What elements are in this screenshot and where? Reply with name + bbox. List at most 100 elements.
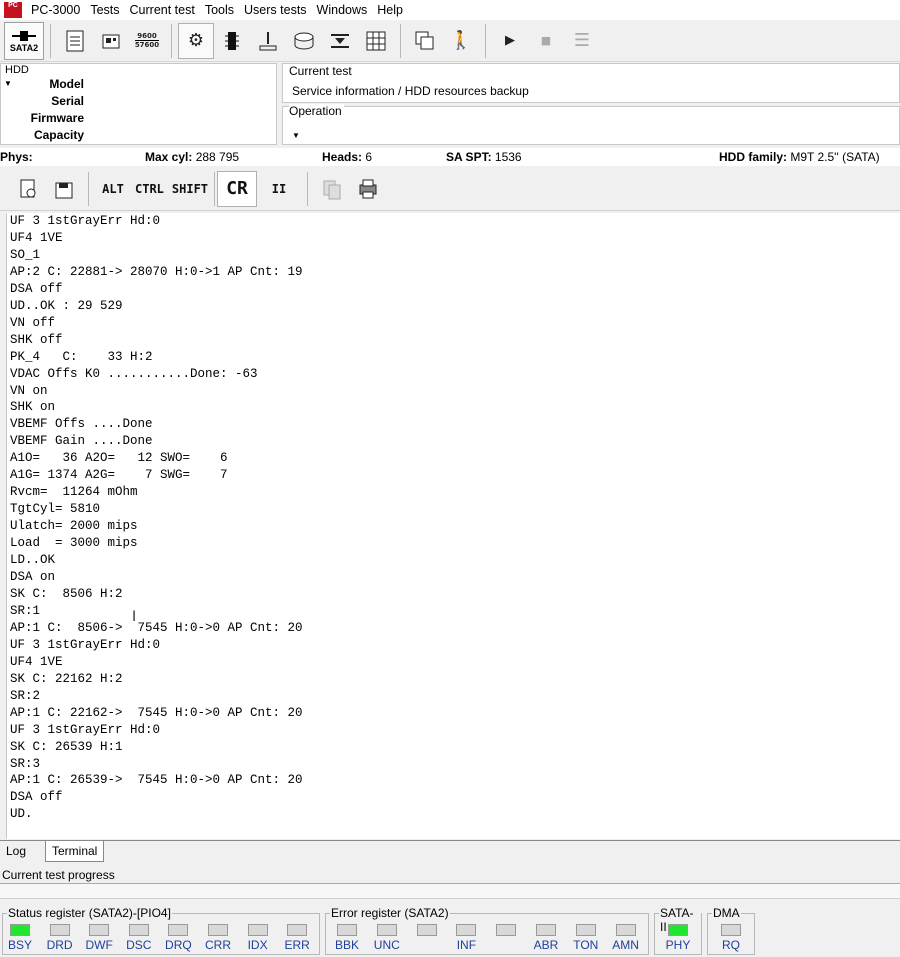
- table-button[interactable]: [358, 23, 394, 59]
- pause-button[interactable]: II: [257, 171, 301, 207]
- led-label: BBK: [334, 938, 359, 952]
- sa-spt: SA SPT: 1536: [446, 150, 522, 164]
- led-dwf: [89, 924, 110, 936]
- led-label: DRQ: [165, 938, 192, 952]
- progress-label: Current test progress: [2, 868, 115, 882]
- toolbar-separator: [50, 23, 51, 58]
- phys-label: Phys:: [0, 150, 33, 164]
- list-button[interactable]: ☰: [564, 23, 600, 59]
- terminal-output[interactable]: UF 3 1stGrayErr Hd:0 UF4 1VE SO_1 AP:2 C: 2…: [6, 213, 900, 839]
- terminal-line: VBEMF Gain ....Done: [10, 434, 153, 449]
- windows-icon: [415, 31, 434, 49]
- error-register-panel: Error register (SATA2) BBK UNC INF ABR TON AM…: [325, 906, 649, 955]
- serial-label: Serial: [51, 94, 84, 108]
- print-button[interactable]: [350, 171, 386, 207]
- terminal-save-button[interactable]: [46, 171, 82, 207]
- cr-button[interactable]: CR: [217, 170, 258, 207]
- led-inf: [456, 924, 477, 936]
- board-button[interactable]: [93, 23, 129, 59]
- drive-info-bar: Phys: Max cyl: 288 795 Heads: 6 SA SPT: …: [0, 148, 900, 166]
- tool-icon: [259, 31, 277, 50]
- menu-pc3000[interactable]: PC-3000: [26, 0, 85, 20]
- terminal-line: AP:2 C: 22881-> 28070 H:0->1 AP Cnt: 19: [10, 264, 303, 279]
- stop-button[interactable]: ■: [528, 23, 564, 59]
- board-icon: [102, 34, 120, 48]
- heads: Heads: 6: [322, 150, 373, 164]
- terminal-line: VN off: [10, 315, 56, 330]
- terminal-line: A1O= 36 A2O= 12 SWO= 6: [10, 451, 228, 466]
- menu-users-tests[interactable]: Users tests: [239, 0, 312, 20]
- led-label: ABR: [533, 938, 559, 952]
- operation-dropdown-icon[interactable]: ▼: [292, 131, 300, 140]
- copy-button[interactable]: [314, 171, 350, 207]
- menu-current-test[interactable]: Current test: [125, 0, 200, 20]
- chip-button[interactable]: [214, 23, 250, 59]
- app-logo-icon[interactable]: PC: [4, 2, 22, 18]
- disk-icon: [294, 32, 314, 49]
- baud-rate-button[interactable]: 9600 57600: [129, 23, 165, 59]
- led-label: IDX: [247, 938, 268, 952]
- play-button[interactable]: ▶: [492, 23, 528, 59]
- menu-windows[interactable]: Windows: [312, 0, 373, 20]
- led-crr: [208, 924, 228, 936]
- terminal-line: SO_1: [10, 247, 41, 262]
- ctrl-button[interactable]: CTRL: [131, 171, 168, 207]
- toolbar-separator: [214, 171, 216, 206]
- terminal-line: AP:1 C: 26539-> 7545 H:0->0 AP Cnt: 20: [10, 773, 303, 788]
- list-icon: ☰: [573, 30, 591, 51]
- led-label: UNC: [373, 938, 400, 952]
- current-test-panel: Current test Service information / HDD r…: [282, 63, 900, 103]
- led-idx: [247, 924, 268, 936]
- shift-button[interactable]: SHIFT: [168, 171, 212, 207]
- menu-tools[interactable]: Tools: [200, 0, 239, 20]
- terminal-line: Ulatch= 2000 mips: [10, 519, 138, 534]
- baud-rate-label: 9600 57600: [134, 32, 160, 49]
- text-cursor-icon: I: [132, 609, 137, 625]
- user-exit-icon: 🚶: [449, 30, 473, 51]
- main-toolbar: SATA2 9600 57600 ⚙ 🚶 ▶ ■ ☰: [0, 20, 900, 62]
- copy-icon: [323, 180, 341, 199]
- alt-button[interactable]: ALT: [95, 171, 131, 207]
- hdd-dropdown-icon[interactable]: ▼: [4, 79, 12, 88]
- sata2-panel: SATA-II PHY: [654, 906, 702, 955]
- menu-help[interactable]: Help: [372, 0, 408, 20]
- settings-button[interactable]: ⚙: [178, 22, 214, 59]
- terminal-line: TgtCyl= 5810: [10, 502, 101, 517]
- disk-button[interactable]: [286, 23, 322, 59]
- hdd-panel: HDD ▼ Model Serial Firmware Capacity: [0, 63, 277, 145]
- led-amn: [615, 924, 636, 936]
- toolbar-separator: [400, 23, 401, 58]
- play-icon: ▶: [505, 33, 515, 48]
- tab-log[interactable]: Log: [0, 841, 32, 862]
- tool-button[interactable]: [250, 23, 286, 59]
- led-label: DRD: [46, 938, 73, 952]
- terminal-settings-button[interactable]: [10, 171, 46, 207]
- user-exit-button[interactable]: 🚶: [443, 23, 479, 59]
- stop-icon: ■: [540, 34, 552, 47]
- terminal-line: SR:2: [10, 688, 41, 703]
- hdd-title: HDD: [5, 64, 29, 76]
- led-bbk: [337, 924, 357, 936]
- printer-icon: [359, 179, 377, 198]
- sata2-port-button[interactable]: SATA2: [4, 21, 44, 60]
- tab-terminal[interactable]: Terminal: [45, 841, 105, 862]
- document-button[interactable]: [57, 23, 93, 59]
- led-drd: [49, 924, 70, 936]
- menu-tests[interactable]: Tests: [85, 0, 124, 20]
- head-button[interactable]: [322, 23, 358, 59]
- save-icon: [55, 182, 73, 198]
- terminal-line: SR:3: [10, 756, 41, 771]
- terminal-line: AP:1 C: 22162-> 7545 H:0->0 AP Cnt: 20: [10, 705, 303, 720]
- led-rq: [721, 924, 741, 936]
- page-gear-icon: [20, 179, 36, 197]
- firmware-label: Firmware: [30, 111, 84, 125]
- terminal-line: Load = 3000 mips: [10, 536, 138, 551]
- terminal-toolbar: ALT CTRL SHIFT CR II: [0, 167, 900, 211]
- led-abr: [536, 924, 556, 936]
- operation-panel: Operation ▼: [282, 104, 900, 145]
- windows-button[interactable]: [407, 23, 443, 59]
- document-icon: [66, 30, 84, 51]
- led-unc: [376, 924, 397, 936]
- terminal-line: UF 3 1stGrayErr Hd:0: [10, 722, 161, 737]
- capacity-label: Capacity: [33, 128, 84, 142]
